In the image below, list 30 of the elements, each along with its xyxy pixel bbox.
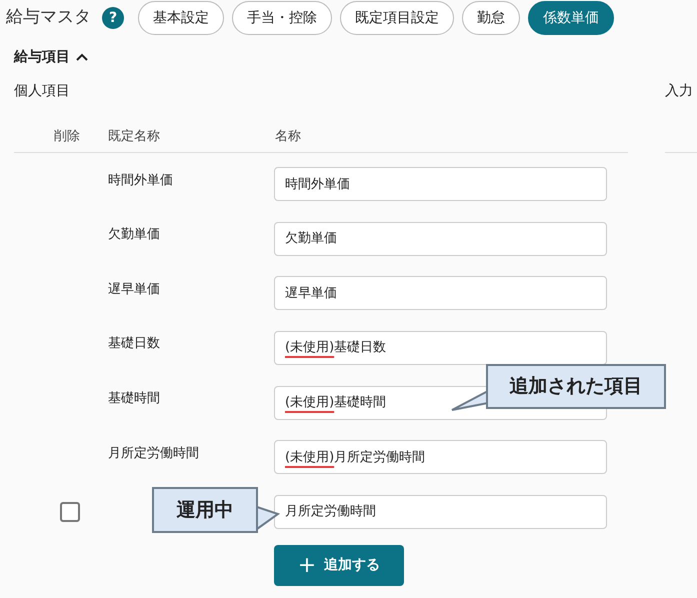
tab[interactable]: 係数単価 xyxy=(528,1,614,35)
column-header: 既定名称 xyxy=(108,128,161,146)
tab[interactable]: 勤怠 xyxy=(462,1,520,35)
tooltip-pointer xyxy=(256,505,280,531)
chevron-up-icon[interactable] xyxy=(76,53,88,61)
default-name: 月所定労働時間 xyxy=(108,444,200,463)
tab[interactable]: 基本設定 xyxy=(138,1,224,35)
page-title: 給与マスタ xyxy=(6,6,91,30)
name-field[interactable]: 月所定労働時間 xyxy=(274,494,607,529)
help-icon[interactable]: ? xyxy=(102,7,124,29)
annotation-tooltip: 追加された項目 xyxy=(486,364,666,409)
name-field[interactable]: (未使用)月所定労働時間 xyxy=(274,440,607,474)
name-field[interactable]: 欠勤単価 xyxy=(274,222,607,256)
name-field[interactable]: 遅早単価 xyxy=(274,276,607,310)
name-field[interactable]: 時間外単価 xyxy=(274,167,607,202)
checkbox[interactable] xyxy=(60,502,80,522)
section-title: 給与項目 xyxy=(14,48,70,66)
default-name: 欠勤単価 xyxy=(108,226,161,244)
column-header: 名称 xyxy=(275,128,301,146)
default-name: 基礎時間 xyxy=(108,390,161,408)
add-button[interactable]: + 追加する xyxy=(274,545,404,586)
name-field[interactable]: (未使用)基礎日数 xyxy=(274,331,607,366)
default-name: 時間外単価 xyxy=(108,172,174,190)
default-name: 遅早単価 xyxy=(108,280,161,299)
tab[interactable]: 既定項目設定 xyxy=(340,1,454,35)
column-header: 削除 xyxy=(54,128,81,146)
subsection-title: 個人項目 xyxy=(14,82,70,101)
default-name: 基礎日数 xyxy=(108,335,161,354)
column-heading: 入力 xyxy=(665,82,694,101)
tab[interactable]: 手当・控除 xyxy=(232,1,332,35)
